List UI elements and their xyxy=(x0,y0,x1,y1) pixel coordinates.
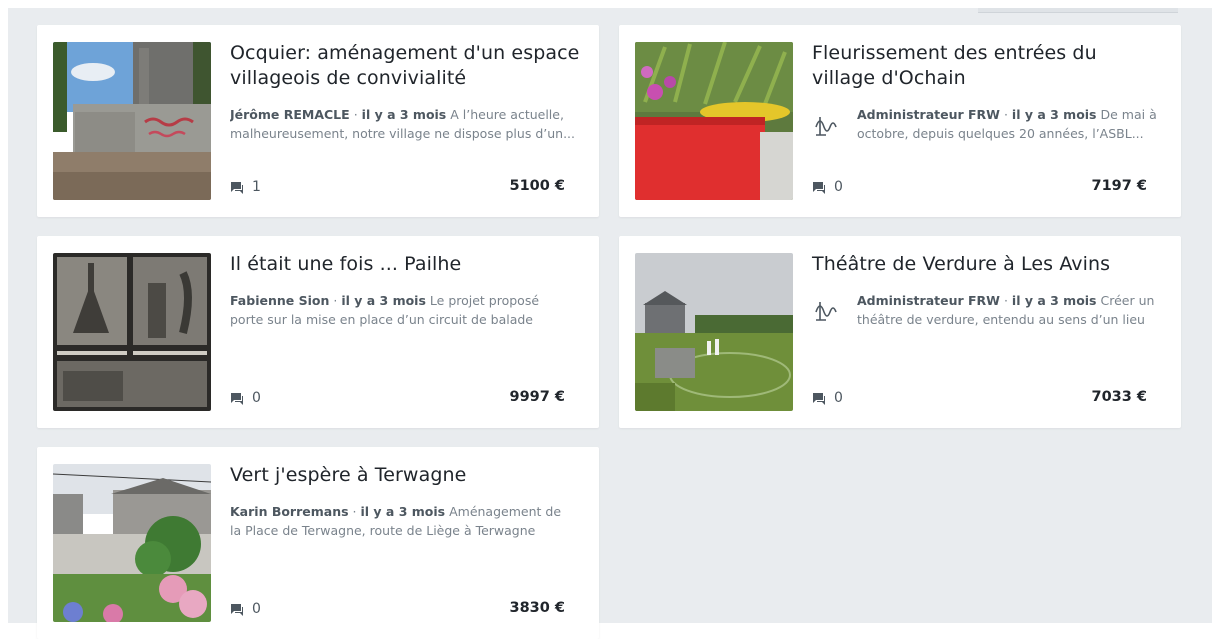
project-amount: 9997 € xyxy=(509,389,566,405)
project-title[interactable]: Ocquier: aménagement d'un espace village… xyxy=(230,41,580,91)
project-amount: 5100 € xyxy=(509,178,566,194)
project-card[interactable]: Fleurissement des entrées du village d'O… xyxy=(619,25,1181,217)
project-author[interactable]: Administrateur FRW xyxy=(857,107,1000,122)
project-card[interactable]: Ocquier: aménagement d'un espace village… xyxy=(37,25,599,217)
comments-number: 1 xyxy=(252,179,261,195)
comments-count[interactable]: 0 xyxy=(230,390,261,406)
project-thumbnail xyxy=(53,253,211,411)
project-meta: Fabienne Sion · il y a 3 mois Le projet … xyxy=(230,291,575,329)
project-amount: 7033 € xyxy=(1091,389,1148,405)
comments-number: 0 xyxy=(834,179,843,195)
project-meta: Jérôme REMACLE · il y a 3 mois A l’heure… xyxy=(230,105,575,143)
comment-icon xyxy=(231,392,243,405)
project-time: il y a 3 mois xyxy=(361,107,447,122)
project-title[interactable]: Théâtre de Verdure à Les Avins xyxy=(812,252,1162,277)
meta-separator: · xyxy=(352,504,357,519)
project-meta: Administrateur FRW · il y a 3 mois Créer… xyxy=(857,291,1162,329)
meta-separator: · xyxy=(333,293,338,308)
top-control-edge xyxy=(978,8,1178,13)
project-author[interactable]: Administrateur FRW xyxy=(857,293,1000,308)
comment-icon xyxy=(813,392,825,405)
project-amount: 3830 € xyxy=(509,600,566,616)
comment-icon xyxy=(813,181,825,194)
project-author[interactable]: Karin Borremans xyxy=(230,504,349,519)
frw-logo-icon xyxy=(815,117,837,136)
project-meta: Karin Borremans · il y a 3 mois Aménagem… xyxy=(230,502,575,540)
project-author[interactable]: Jérôme REMACLE xyxy=(230,107,350,122)
project-thumbnail xyxy=(635,42,793,200)
comment-icon xyxy=(231,181,243,194)
meta-separator: · xyxy=(1003,107,1008,122)
project-author[interactable]: Fabienne Sion xyxy=(230,293,329,308)
comments-number: 0 xyxy=(834,390,843,406)
project-thumbnail xyxy=(635,253,793,411)
project-time: il y a 3 mois xyxy=(360,504,446,519)
comment-icon xyxy=(231,603,243,616)
project-meta: Administrateur FRW · il y a 3 mois De ma… xyxy=(857,105,1162,143)
project-time: il y a 3 mois xyxy=(341,293,426,308)
comments-number: 0 xyxy=(252,390,261,406)
comments-count[interactable]: 0 xyxy=(812,390,843,406)
project-card[interactable]: Théâtre de Verdure à Les Avins Administr… xyxy=(619,236,1181,428)
project-time: il y a 3 mois xyxy=(1011,107,1097,122)
project-time: il y a 3 mois xyxy=(1011,293,1097,308)
project-card[interactable]: Vert j'espère à Terwagne Karin Borremans… xyxy=(37,447,599,639)
meta-separator: · xyxy=(353,107,358,122)
project-title[interactable]: Il était une fois ... Pailhe xyxy=(230,252,580,277)
frw-logo-icon xyxy=(815,302,837,321)
comments-number: 0 xyxy=(252,601,261,617)
comments-count[interactable]: 0 xyxy=(230,601,261,617)
project-thumbnail xyxy=(53,464,211,622)
project-title[interactable]: Vert j'espère à Terwagne xyxy=(230,463,580,488)
comments-count[interactable]: 1 xyxy=(230,179,261,195)
project-amount: 7197 € xyxy=(1091,178,1148,194)
project-thumbnail xyxy=(53,42,211,200)
comments-count[interactable]: 0 xyxy=(812,179,843,195)
project-card[interactable]: Il était une fois ... Pailhe Fabienne Si… xyxy=(37,236,599,428)
project-title[interactable]: Fleurissement des entrées du village d'O… xyxy=(812,41,1162,91)
meta-separator: · xyxy=(1003,293,1008,308)
